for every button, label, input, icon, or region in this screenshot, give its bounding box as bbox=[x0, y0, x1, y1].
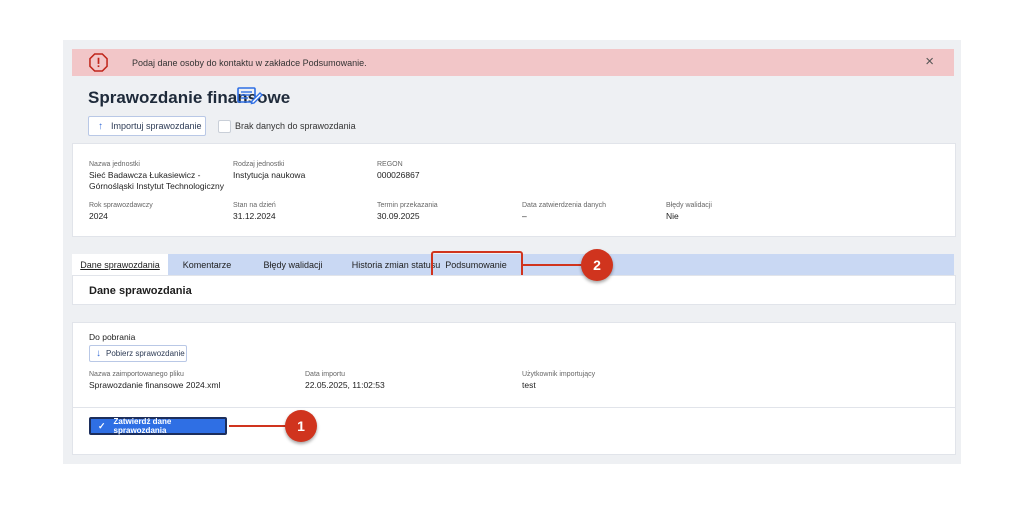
no-data-label: Brak danych do sprawozdania bbox=[235, 121, 356, 131]
file-name-value: Sprawozdanie finansowe 2024.xml bbox=[89, 380, 221, 390]
unit-name-label: Nazwa jednostki bbox=[89, 161, 140, 168]
validation-errors-field: Błędy walidacji Nie bbox=[666, 201, 712, 222]
regon-label: REGON bbox=[377, 161, 403, 168]
section-title: Dane sprawozdania bbox=[89, 285, 192, 297]
app-window: Podaj dane osoby do kontaktu w zakładce … bbox=[63, 40, 961, 464]
confirm-report-data-label: Zatwierdź dane sprawozdania bbox=[113, 417, 172, 435]
callout-line-1 bbox=[229, 425, 287, 427]
as-of-value: 31.12.2024 bbox=[233, 211, 276, 221]
download-report-label: Pobierz sprawozdanie bbox=[106, 349, 185, 358]
import-date-value: 22.05.2025, 11:02:53 bbox=[305, 380, 385, 390]
alert-message: Podaj dane osoby do kontaktu w zakładce … bbox=[132, 58, 367, 68]
unit-type-value: Instytucja naukowa bbox=[233, 170, 306, 180]
arrow-down-icon: ↓ bbox=[96, 348, 101, 359]
unit-name-line1: Sieć Badawcza Łukasiewicz - bbox=[89, 170, 201, 180]
section-header-card: Dane sprawozdania bbox=[72, 275, 956, 305]
approval-date-value: – bbox=[522, 211, 527, 221]
tab-report-data[interactable]: Dane sprawozdania bbox=[72, 254, 168, 275]
approval-date-label: Data zatwierdzenia danych bbox=[522, 202, 607, 209]
deadline-label: Termin przekazania bbox=[377, 202, 438, 209]
importing-user-value: test bbox=[522, 380, 536, 390]
deadline-value: 30.09.2025 bbox=[377, 211, 420, 221]
validation-errors-value: Nie bbox=[666, 211, 679, 221]
as-of-field: Stan na dzień 31.12.2024 bbox=[233, 201, 276, 222]
year-field: Rok sprawozdawczy 2024 bbox=[89, 201, 153, 222]
tab-validation-errors[interactable]: Błędy walidacji bbox=[248, 254, 338, 275]
import-report-button[interactable]: ↑ Importuj sprawozdanie bbox=[88, 116, 206, 136]
year-value: 2024 bbox=[89, 211, 108, 221]
regon-value: 000026867 bbox=[377, 170, 420, 180]
no-data-checkbox[interactable] bbox=[218, 120, 231, 133]
divider bbox=[73, 407, 955, 408]
callout-badge-1: 1 bbox=[285, 410, 317, 442]
validation-errors-label: Błędy walidacji bbox=[666, 202, 712, 209]
callout-line-2 bbox=[521, 264, 583, 266]
alert-banner: Podaj dane osoby do kontaktu w zakładce … bbox=[72, 49, 954, 76]
close-icon[interactable]: × bbox=[925, 54, 934, 70]
arrow-up-icon: ↑ bbox=[98, 120, 103, 132]
year-label: Rok sprawozdawczy bbox=[89, 202, 153, 209]
checkmark-icon: ✓ bbox=[98, 420, 106, 431]
download-report-button[interactable]: ↓ Pobierz sprawozdanie bbox=[89, 345, 187, 362]
warning-octagon-icon bbox=[89, 53, 108, 72]
importing-user-label: Użytkownik importujący bbox=[522, 371, 596, 378]
unit-type-label: Rodzaj jednostki bbox=[233, 161, 285, 168]
importing-user-field: Użytkownik importujący test bbox=[522, 370, 595, 391]
approval-date-field: Data zatwierdzenia danych – bbox=[522, 201, 606, 222]
edit-document-icon bbox=[237, 87, 263, 105]
file-name-label: Nazwa zaimportowanego pliku bbox=[89, 371, 184, 378]
import-date-label: Data importu bbox=[305, 371, 346, 378]
as-of-label: Stan na dzień bbox=[233, 202, 276, 209]
tab-comments[interactable]: Komentarze bbox=[172, 254, 242, 275]
unit-type-field: Rodzaj jednostki Instytucja naukowa bbox=[233, 160, 305, 181]
unit-name-field: Nazwa jednostki Sieć Badawcza Łukasiewic… bbox=[89, 160, 224, 192]
deadline-field: Termin przekazania 30.09.2025 bbox=[377, 201, 438, 222]
import-report-label: Importuj sprawozdanie bbox=[111, 121, 202, 131]
regon-field: REGON 000026867 bbox=[377, 160, 420, 181]
file-name-field: Nazwa zaimportowanego pliku Sprawozdanie… bbox=[89, 370, 220, 391]
report-info-card: Nazwa jednostki Sieć Badawcza Łukasiewic… bbox=[72, 143, 956, 237]
confirm-report-data-button[interactable]: ✓ Zatwierdź dane sprawozdania bbox=[89, 417, 227, 435]
download-card: Do pobrania ↓ Pobierz sprawozdanie Nazwa… bbox=[72, 322, 956, 455]
callout-badge-2: 2 bbox=[581, 249, 613, 281]
download-header: Do pobrania bbox=[89, 332, 136, 342]
import-date-field: Data importu 22.05.2025, 11:02:53 bbox=[305, 370, 385, 391]
unit-name-line2: Górnośląski Instytut Technologiczny bbox=[89, 181, 224, 191]
